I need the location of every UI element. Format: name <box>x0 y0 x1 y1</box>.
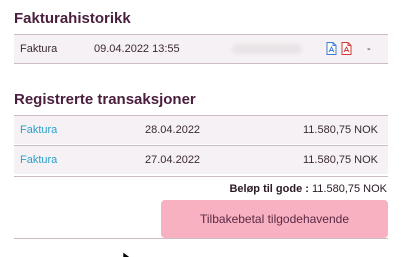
transaction-row: Faktura 27.04.2022 11.580,75 NOK <box>14 146 388 174</box>
transaction-date: 27.04.2022 <box>145 154 201 166</box>
invoice-status: - <box>367 43 371 55</box>
divider <box>14 238 388 239</box>
transactions-title: Registrerte transaksjoner <box>14 91 196 108</box>
divider <box>14 176 388 177</box>
redacted-value <box>232 44 302 54</box>
refund-button[interactable]: Tilbakebetal tilgodehavende <box>161 200 388 238</box>
balance-label: Beløp til gode : <box>229 183 309 195</box>
transaction-amount: 11.580,75 NOK <box>302 124 378 136</box>
invoice-history-row: Faktura 09.04.2022 13:55 - <box>14 35 388 63</box>
balance-summary: Beløp til gode : 11.580,75 NOK <box>229 183 387 195</box>
pdf-download-icon[interactable] <box>341 42 352 58</box>
mouse-cursor-icon <box>122 249 133 257</box>
invoice-history-title: Fakturahistorikk <box>14 10 131 27</box>
transaction-type-link[interactable]: Faktura <box>20 124 57 136</box>
transaction-amount: 11.580,75 NOK <box>302 154 378 166</box>
invoice-datetime: 09.04.2022 13:55 <box>94 43 180 55</box>
pdf-download-icon[interactable] <box>326 42 337 58</box>
balance-value: 11.580,75 NOK <box>311 183 387 195</box>
transaction-row: Faktura 28.04.2022 11.580,75 NOK <box>14 116 388 144</box>
invoice-type: Faktura <box>20 43 58 55</box>
transaction-type-link[interactable]: Faktura <box>20 154 57 166</box>
divider <box>14 63 388 64</box>
transaction-date: 28.04.2022 <box>145 124 201 136</box>
